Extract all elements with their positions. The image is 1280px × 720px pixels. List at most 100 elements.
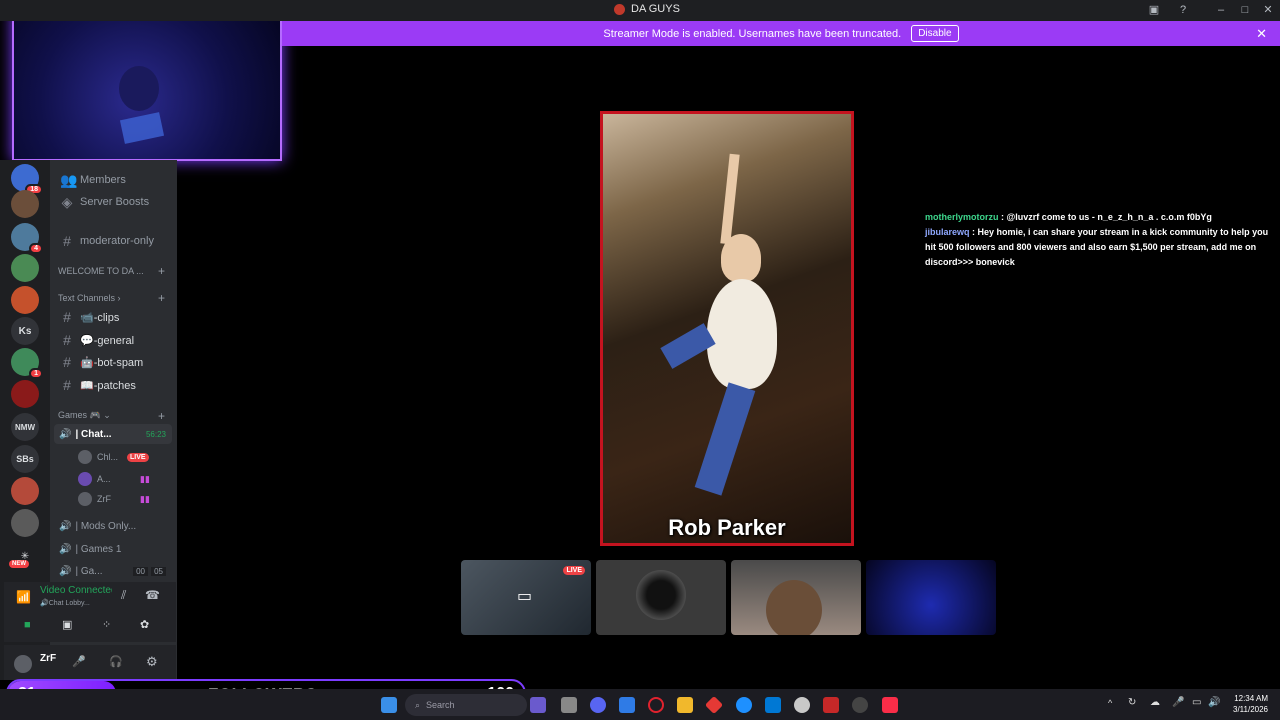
- members-item[interactable]: 👥 Members: [50, 170, 177, 190]
- voice-channel-chat[interactable]: 🔊 | Chat... 56:23: [54, 424, 172, 444]
- server-icon[interactable]: 4: [11, 223, 43, 254]
- voice-timer: 56:23: [145, 429, 166, 439]
- chat-username: motherlymotorzu: [925, 212, 999, 222]
- server-icon[interactable]: [11, 286, 39, 314]
- voice-channel-ga[interactable]: 🔊 | Ga... 00 05: [54, 561, 172, 581]
- speaker-icon: 🔊: [59, 565, 72, 577]
- system-clock[interactable]: 12:34 AM 3/11/2026: [1233, 693, 1268, 715]
- server-icon[interactable]: [11, 477, 39, 505]
- channel-label: 💬-general: [80, 334, 135, 347]
- settings-gear-icon[interactable]: ⚙: [146, 654, 158, 670]
- app-icon[interactable]: [704, 695, 724, 715]
- voice-user[interactable]: Chl... LIVE: [78, 448, 149, 466]
- noise-suppression-icon[interactable]: ⫽: [121, 588, 126, 603]
- voice-user[interactable]: A... ▮▮: [78, 470, 150, 488]
- tray-icon[interactable]: ↻: [1128, 697, 1136, 708]
- voice-channel-name[interactable]: 🔊Chat Lobby...: [40, 599, 90, 607]
- inbox-icon[interactable]: ▣: [1148, 4, 1160, 16]
- opera-icon[interactable]: [648, 697, 664, 713]
- discord-icon[interactable]: [590, 697, 606, 713]
- close-banner-icon[interactable]: ✕: [1256, 26, 1267, 42]
- voice-channel-mods[interactable]: 🔊 | Mods Only...: [54, 516, 172, 536]
- soundboard-icon[interactable]: ✿: [140, 618, 149, 631]
- disconnect-icon[interactable]: ☎: [145, 588, 160, 602]
- channel-moderator-only[interactable]: # moderator-only: [50, 231, 177, 251]
- channel-general[interactable]: # 💬-general: [50, 330, 177, 350]
- live-badge: LIVE: [563, 566, 585, 575]
- taskbar-search[interactable]: ⌕ Search: [405, 694, 527, 716]
- boost-icon: ◈: [61, 193, 73, 210]
- server-icon[interactable]: NMW: [11, 413, 39, 441]
- members-icon: 👥: [60, 171, 78, 188]
- maximize-icon[interactable]: □: [1239, 4, 1251, 16]
- mention-badge: 4: [29, 243, 43, 254]
- file-explorer-icon[interactable]: [677, 697, 693, 713]
- add-channel-icon[interactable]: +: [158, 291, 165, 305]
- chat-message: motherlymotorzu : @luvzrf come to us - n…: [925, 210, 1280, 225]
- clock-date: 3/11/2026: [1233, 705, 1268, 714]
- microphone-icon[interactable]: 🎤: [72, 655, 86, 668]
- channel-label: 📖-patches: [80, 379, 136, 392]
- video-tile[interactable]: LIVE ▭: [461, 560, 591, 635]
- activities-icon[interactable]: ⁘: [102, 618, 111, 631]
- speaker-icon: 🔊: [59, 520, 72, 532]
- server-icon[interactable]: [11, 254, 39, 282]
- music-icon[interactable]: [882, 697, 898, 713]
- hash-icon: #: [63, 354, 71, 370]
- hash-icon: #: [63, 377, 71, 393]
- voice-label: | Mods Only...: [75, 520, 137, 532]
- disable-button[interactable]: Disable: [911, 25, 959, 42]
- app-icon[interactable]: [530, 697, 546, 713]
- server-icon[interactable]: [11, 190, 39, 218]
- video-tile[interactable]: [866, 560, 996, 635]
- category-welcome[interactable]: WELCOME TO DA ... +: [58, 264, 173, 278]
- minimize-icon[interactable]: –: [1215, 4, 1227, 16]
- app-icon[interactable]: [619, 697, 635, 713]
- main-video-stream[interactable]: Rob Parker: [600, 111, 854, 546]
- voice-channel-games1[interactable]: 🔊 | Games 1: [54, 539, 172, 559]
- windows-taskbar: ⌕ Search ^ ↻ ☁ 🎤 ▭ 🔊 12:34 AM 3/11/2026: [0, 689, 1280, 720]
- screen-share-icon[interactable]: ▣: [62, 618, 72, 631]
- hash-icon: #: [63, 309, 71, 325]
- discover-icon[interactable]: ✳ NEW: [9, 542, 39, 570]
- streamer-mode-banner: Streamer Mode is enabled. Usernames have…: [282, 21, 1280, 46]
- server-icon[interactable]: Ks: [11, 317, 39, 345]
- obs-icon[interactable]: [852, 697, 868, 713]
- start-icon[interactable]: [381, 697, 397, 713]
- outlook-icon[interactable]: [765, 697, 781, 713]
- add-channel-icon[interactable]: +: [158, 409, 165, 423]
- tray-icon[interactable]: ☁: [1150, 697, 1160, 708]
- channel-bot-spam[interactable]: # 🤖-bot-spam: [50, 352, 177, 372]
- steam-icon[interactable]: [794, 697, 810, 713]
- server-icon[interactable]: 18: [11, 164, 43, 195]
- server-icon[interactable]: [11, 380, 39, 408]
- network-icon[interactable]: ▭: [1192, 697, 1201, 708]
- tray-chevron-icon[interactable]: ^: [1108, 698, 1112, 708]
- help-icon[interactable]: ?: [1177, 4, 1189, 16]
- help-app-icon[interactable]: [736, 697, 752, 713]
- tray-icon[interactable]: 🎤: [1172, 697, 1184, 708]
- add-channel-icon[interactable]: +: [158, 264, 165, 278]
- server-icon[interactable]: 1: [11, 348, 43, 379]
- server-icon[interactable]: [11, 509, 39, 537]
- channel-clips[interactable]: # 📹-clips: [50, 307, 177, 327]
- video-tile[interactable]: [596, 560, 726, 635]
- voice-user[interactable]: ZrF ▮▮: [78, 490, 150, 508]
- camera-icon[interactable]: ■: [24, 619, 31, 631]
- task-view-icon[interactable]: [561, 697, 577, 713]
- channel-patches[interactable]: # 📖-patches: [50, 375, 177, 395]
- app-icon[interactable]: [823, 697, 839, 713]
- avatar: [78, 492, 92, 506]
- close-window-icon[interactable]: ✕: [1262, 4, 1274, 16]
- headphones-icon[interactable]: 🎧: [109, 655, 123, 668]
- boosts-item[interactable]: ◈ Server Boosts: [50, 192, 177, 212]
- camera-icon: ▮▮: [140, 473, 150, 484]
- chat-text: : Hey homie, i can share your stream in …: [925, 227, 1269, 267]
- volume-icon[interactable]: 🔊: [1208, 697, 1220, 708]
- server-icon[interactable]: SBs: [11, 445, 39, 473]
- category-games[interactable]: Games 🎮 ⌄ +: [58, 409, 173, 423]
- avatar[interactable]: [14, 655, 32, 673]
- category-label: Games 🎮: [58, 410, 101, 420]
- video-tile[interactable]: [731, 560, 861, 635]
- category-text-channels[interactable]: Text Channels › +: [58, 291, 173, 305]
